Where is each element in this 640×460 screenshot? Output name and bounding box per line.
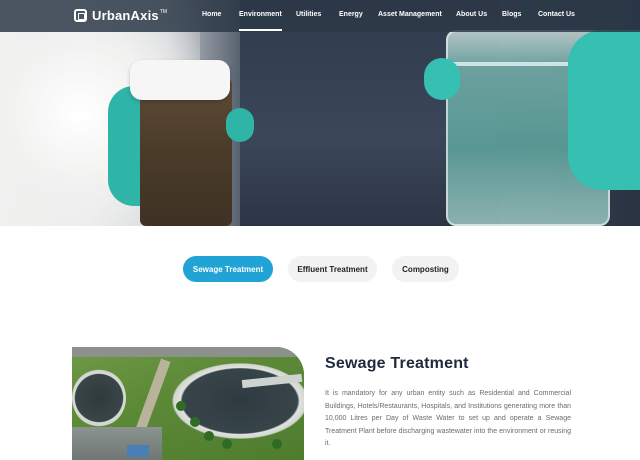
section-title: Sewage Treatment xyxy=(325,355,469,372)
sewage-plant-photo xyxy=(72,347,304,460)
hero-image xyxy=(0,0,640,226)
nav-about-us[interactable]: About Us xyxy=(456,11,487,18)
top-navbar: UrbanAxis TM Home Environment Utilities … xyxy=(0,0,640,32)
nav-blogs[interactable]: Blogs xyxy=(502,11,521,18)
tab-effluent-treatment[interactable]: Effluent Treatment xyxy=(288,256,377,282)
nav-environment[interactable]: Environment xyxy=(239,11,282,31)
clarifier-tank xyxy=(172,363,304,439)
nav-home[interactable]: Home xyxy=(202,11,221,18)
tab-composting[interactable]: Composting xyxy=(392,256,459,282)
tab-sewage-treatment[interactable]: Sewage Treatment xyxy=(183,256,273,282)
nav-asset-management[interactable]: Asset Management xyxy=(378,11,442,18)
nav-contact-us[interactable]: Contact Us xyxy=(538,11,575,18)
nav-utilities[interactable]: Utilities xyxy=(296,11,321,18)
clarifier-tank xyxy=(72,369,126,427)
section-description: It is mandatory for any urban entity suc… xyxy=(325,390,571,448)
glove-right xyxy=(568,30,640,190)
service-tabs: Sewage Treatment Effluent Treatment Comp… xyxy=(0,256,640,282)
dirty-water-jar xyxy=(140,78,232,226)
nav-energy[interactable]: Energy xyxy=(339,11,363,18)
main-nav: Home Environment Utilities Energy Asset … xyxy=(0,11,640,31)
